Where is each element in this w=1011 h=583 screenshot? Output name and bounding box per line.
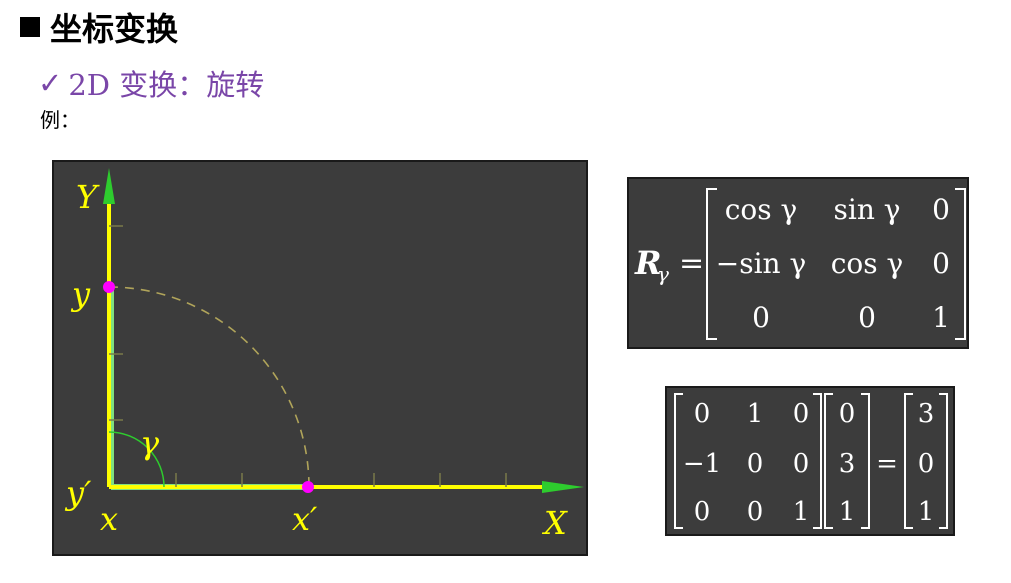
v-r1: 0 [839,399,856,429]
m-r3c3: 1 [793,497,810,527]
m-r2c2: 0 [747,449,764,479]
point-y-prime-label: y′ [64,474,92,512]
example-label: 例： [40,108,80,132]
example-entries: 0 1 0 −1 0 0 0 0 1 0 3 1 = 3 0 1 [683,399,934,527]
example-equals-sign: = [876,449,898,479]
r-r1: 3 [918,399,935,429]
result-right-bracket [939,393,948,529]
point-x-prime [302,481,314,493]
matrix-entries: cos γ sin γ 0 −sin γ cos γ 0 0 0 1 [716,193,950,334]
point-y-label: y [70,275,91,313]
matrix-left-bracket [674,393,683,529]
m-r3c2: 0 [747,497,764,527]
rotation-matrix-panel: R γ = cos γ sin γ 0 −sin γ cos γ 0 0 0 1 [627,177,969,349]
matrix-right-bracket [813,393,822,529]
v-r3: 1 [839,497,856,527]
equals-sign: = [679,246,704,281]
v-r2: 3 [839,449,856,479]
m-r1c2: 1 [747,399,764,429]
rotation-diagram-svg: Y y y′ x x′ X γ [64,168,584,542]
example-equation-svg: 0 1 0 −1 0 0 0 0 1 0 3 1 = 3 0 1 [674,393,948,529]
m-r1c1: 0 [694,399,711,429]
r-r2: 0 [918,449,935,479]
entry-r2c2: cos γ [831,247,904,280]
square-bullet-icon [20,17,40,37]
entry-r3c3: 1 [932,301,950,334]
m-r3c1: 0 [694,497,711,527]
rotation-diagram: Y y y′ x x′ X γ [52,160,588,556]
vector-right-bracket [861,393,870,529]
axis-x-label: X [541,504,568,542]
point-y [103,281,115,293]
entry-r2c1: −sin γ [716,247,806,280]
m-r1c3: 0 [793,399,810,429]
r-r3: 1 [918,497,935,527]
origin-x-label: x [100,500,118,538]
entry-r2c3: 0 [932,247,950,280]
entry-r1c3: 0 [932,193,950,226]
entry-r1c2: sin γ [834,193,901,226]
slide-title-text: 坐标变换 [50,10,179,48]
checkmark-icon: ✓ [38,66,63,100]
right-bracket [955,188,966,340]
x-axis-arrow-icon [542,481,584,493]
m-r2c3: 0 [793,449,810,479]
result-left-bracket [904,393,913,529]
slide-title: 坐标变换 [20,4,178,50]
subtitle: ✓ 2D 变换：旋转 [38,62,264,104]
entry-r1c1: cos γ [725,193,798,226]
entry-r3c2: 0 [858,301,876,334]
subtitle-text: 2D 变换：旋转 [68,68,265,102]
vector-left-bracket [824,393,833,529]
matrix-subscript: γ [657,262,669,286]
example-equation-panel: 0 1 0 −1 0 0 0 0 1 0 3 1 = 3 0 1 [665,386,955,536]
y-axis-arrow-icon [103,168,115,204]
rotation-matrix-svg: R γ = cos γ sin γ 0 −sin γ cos γ 0 0 0 1 [634,188,966,340]
entry-r3c1: 0 [752,301,770,334]
axis-y-label: Y [76,178,100,216]
point-x-prime-label: x′ [292,500,318,538]
angle-label: γ [140,424,160,462]
rotation-path-arc [108,286,310,488]
m-r2c1: −1 [683,449,721,479]
